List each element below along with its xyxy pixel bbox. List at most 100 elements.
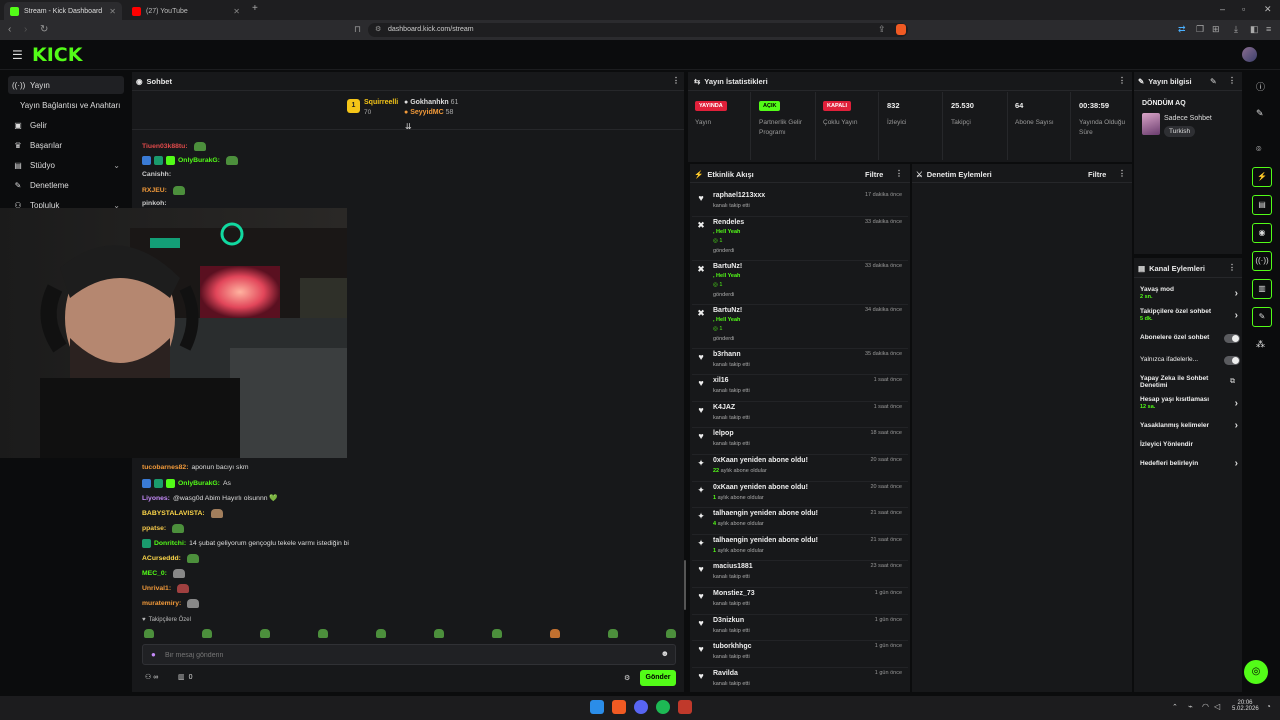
broadcast-panel-button[interactable]: ((·)) — [1252, 251, 1272, 271]
chat-username[interactable]: BABYSTALAVISTA: — [142, 510, 205, 517]
close-icon[interactable]: ✕ — [109, 7, 116, 16]
viewers-count[interactable]: ⚇ ∞ — [145, 673, 158, 682]
bolt-panel-button[interactable]: ⚡ — [1252, 167, 1272, 187]
sidebar-item-yayin[interactable]: ((·)) Yayın — [8, 76, 124, 94]
banned-words-action[interactable]: Yasaklanmış kelimeler › — [1140, 420, 1240, 431]
leaderboard-first-name[interactable]: Squirreelli — [364, 99, 398, 106]
network-icon[interactable]: ⌁ — [1188, 702, 1193, 711]
subscribers-only-toggle[interactable] — [1224, 334, 1240, 343]
kick-logo[interactable]: KICK — [32, 44, 82, 66]
reload-icon[interactable]: ↻ — [40, 24, 48, 35]
tab-kick-dashboard[interactable]: Stream - Kick Dashboard ✕ — [4, 2, 122, 20]
camera-icon[interactable]: ⌾ — [1256, 144, 1261, 155]
app-taskbar-icon[interactable] — [678, 700, 692, 714]
emote-button[interactable] — [260, 629, 270, 638]
chat-scrollbar[interactable] — [684, 560, 686, 610]
chat-username[interactable]: ACurseddd: — [142, 555, 181, 562]
activity-item[interactable]: ♥ lelpop 18 saat önce kanalı takip etti — [696, 430, 906, 457]
chat-menu-icon[interactable]: ⋮ — [672, 76, 680, 85]
chat-username[interactable]: ppatse: — [142, 525, 166, 532]
emote-button[interactable] — [608, 629, 618, 638]
activity-item[interactable]: ♥ K4JAZ 1 saat önce kanalı takip etti — [696, 404, 906, 431]
activity-item[interactable]: ♥ xil16 1 saat önce kanalı takip etti — [696, 377, 906, 404]
sidebar-item-studyo[interactable]: ▤ Stüdyo ⌄ — [8, 156, 124, 174]
forward-icon[interactable]: › — [24, 24, 27, 35]
window-close-icon[interactable]: ✕ — [1264, 4, 1272, 15]
chat-username[interactable]: OnlyBurakG: — [178, 480, 220, 487]
followers-only-action[interactable]: Takipçilere özel sohbet 5 dk. › — [1140, 308, 1240, 322]
tray-chevron-icon[interactable]: ⌃ — [1172, 703, 1178, 711]
stats-menu-icon[interactable]: ⋮ — [1118, 76, 1126, 85]
avatar[interactable] — [1242, 47, 1257, 62]
emotes-only-toggle[interactable] — [1224, 356, 1240, 365]
notifications-icon[interactable]: ◔ — [1266, 702, 1271, 711]
maximize-icon[interactable]: ▫ — [1242, 4, 1245, 14]
minimize-icon[interactable]: – — [1220, 4, 1225, 14]
bookmark-icon[interactable]: ⊓ — [354, 24, 361, 35]
stream-info-menu-icon[interactable]: ⋮ — [1228, 76, 1236, 85]
new-tab-icon[interactable]: + — [252, 3, 258, 14]
download-icon[interactable]: ⤓ — [1234, 24, 1238, 35]
emote-button[interactable] — [492, 629, 502, 638]
add-widget-icon[interactable]: ⁂ — [1256, 339, 1265, 350]
share-icon[interactable]: ⇪ — [878, 24, 886, 35]
chat-username[interactable]: MEC_0: — [142, 570, 167, 577]
emote-button[interactable] — [202, 629, 212, 638]
copy-icon[interactable]: ❐ — [1196, 24, 1204, 35]
pinned-count[interactable]: ▥ 0 — [178, 673, 193, 682]
slow-mode-action[interactable]: Yavaş mod 2 sn. › — [1140, 286, 1240, 300]
chat-username[interactable]: Unrival1: — [142, 585, 171, 592]
sidebar-item-denetleme[interactable]: ✎ Denetleme — [8, 176, 124, 194]
activity-item[interactable]: ✖ BartuNz! 33 dakika önce , Hell Yeah ◎ 1 gön… — [696, 263, 906, 307]
send-button[interactable]: Gönder — [640, 670, 676, 686]
activity-item[interactable]: ♥ tuborkhhgc 1 gün önce kanalı takip etti — [696, 643, 906, 670]
spotify-taskbar-icon[interactable] — [656, 700, 670, 714]
chat-settings-icon[interactable]: ⚙ — [624, 674, 630, 682]
windows-start-icon[interactable] — [590, 700, 604, 714]
ai-moderation-action[interactable]: Yapay Zeka ile Sohbet Denetimi — [1140, 375, 1226, 389]
channel-actions-menu-icon[interactable]: ⋮ — [1228, 263, 1236, 272]
activity-item[interactable]: ♥ macius1881 23 saat önce kanalı takip etti — [696, 563, 906, 590]
raid-action[interactable]: İzleyici Yönlendir — [1140, 441, 1240, 448]
hamburger-menu-icon[interactable]: ☰ — [12, 48, 23, 62]
sidebar-item-basarilar[interactable]: ♛ Başarılar — [8, 136, 124, 154]
goals-action[interactable]: Hedefleri belirleyin › — [1140, 458, 1240, 469]
menu-icon[interactable]: ≡ — [1266, 24, 1271, 34]
moderation-menu-icon[interactable]: ⋮ — [1118, 169, 1126, 178]
emote-button[interactable] — [376, 629, 386, 638]
sidebar-item-stream-key[interactable]: Yayın Bağlantısı ve Anahtarı — [8, 96, 124, 114]
tab-youtube[interactable]: (27) YouTube ✕ — [126, 2, 246, 20]
wrench-panel-button[interactable]: ✎ — [1252, 307, 1272, 327]
info-icon[interactable]: ⓘ — [1256, 80, 1265, 93]
emote-button[interactable] — [550, 629, 560, 638]
actions-panel-button[interactable]: ▥ — [1252, 279, 1272, 299]
chat-username[interactable]: tucobarnes82: — [142, 464, 188, 471]
brave-shield-icon[interactable] — [896, 24, 906, 35]
activity-item[interactable]: ♥ D3nizkun 1 gün önce kanalı takip etti — [696, 617, 906, 644]
category-name[interactable]: Sadece Sohbet — [1164, 115, 1212, 122]
activity-item[interactable]: ✦ talhaengin yeniden abone oldu! 21 saat ö… — [696, 537, 906, 564]
chat-username[interactable]: OnlyBurakG: — [178, 157, 220, 164]
activity-filter-button[interactable]: Filtre — [865, 170, 883, 179]
emote-button[interactable] — [318, 629, 328, 638]
chat-username[interactable]: Donritchi: — [154, 540, 186, 547]
activity-item[interactable]: ♥ b3rhann 35 dakika önce kanalı takip etti — [696, 351, 906, 378]
translate-icon[interactable]: ⇄ — [1178, 24, 1186, 35]
activity-item[interactable]: ✦ 0xKaan yeniden abone oldu! 20 saat önce 2… — [696, 457, 906, 484]
emote-button[interactable] — [434, 629, 444, 638]
back-icon[interactable]: ‹ — [8, 24, 11, 35]
chat-panel-button[interactable]: ◉ — [1252, 223, 1272, 243]
help-chat-button[interactable]: ◎ — [1244, 660, 1268, 684]
chat-username[interactable]: muratemiry: — [142, 600, 181, 607]
activity-item[interactable]: ♥ Ravilda 1 gün önce kanalı takip etti — [696, 670, 906, 697]
emote-button[interactable] — [666, 629, 676, 638]
external-link-icon[interactable]: ⧉ — [1230, 378, 1235, 386]
vpn-icon[interactable]: ⊞ — [1212, 24, 1220, 35]
account-age-action[interactable]: Hesap yaşı kısıtlaması 12 sa. › — [1140, 396, 1240, 410]
emote-button[interactable] — [144, 629, 154, 638]
activity-item[interactable]: ✖ Rendeles 33 dakika önce , Hell Yeah ◎ 1 gön… — [696, 219, 906, 263]
site-info-icon[interactable]: ⚙ — [375, 25, 381, 33]
chat-username[interactable]: Canishh: — [142, 171, 171, 178]
activity-item[interactable]: ✖ BartuNz! 34 dakika önce , Hell Yeah ◎ 1 gön… — [696, 307, 906, 351]
discord-taskbar-icon[interactable] — [634, 700, 648, 714]
